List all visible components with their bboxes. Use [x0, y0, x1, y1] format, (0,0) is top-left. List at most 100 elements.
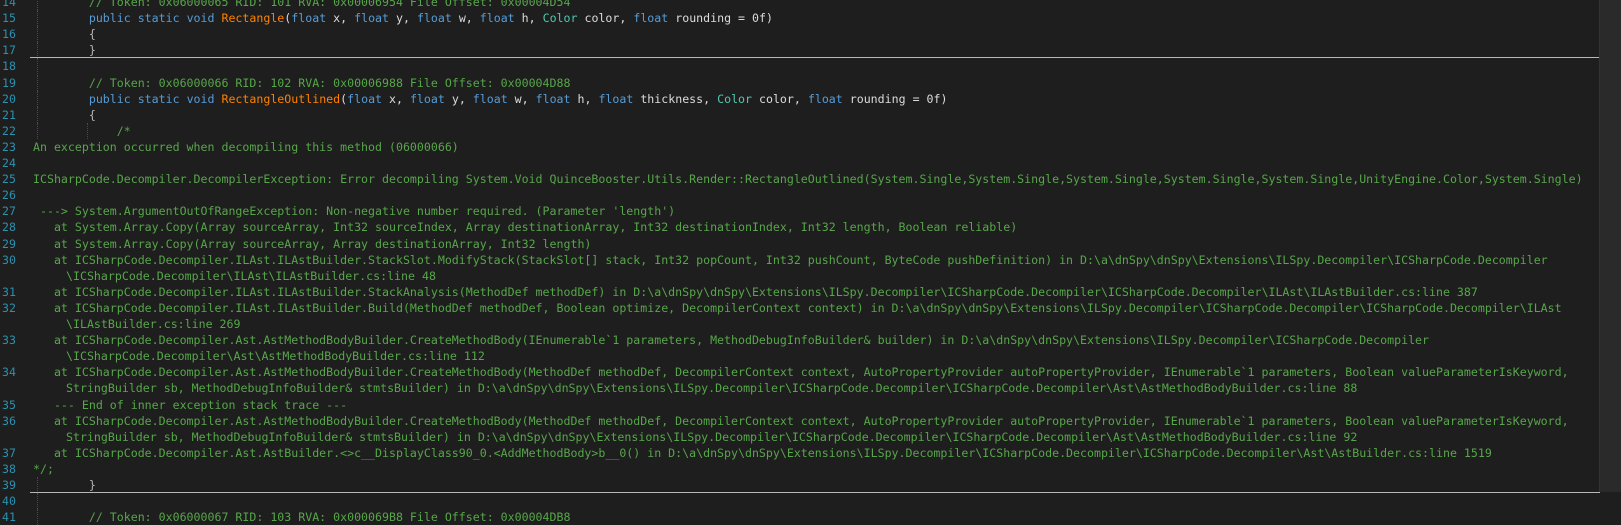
line-number: 39	[2, 478, 16, 492]
code-line[interactable]: 35 --- End of inner exception stack trac…	[0, 397, 1598, 413]
line-number: 17	[2, 43, 16, 58]
comment-text: StringBuilder sb, MethodDebugInfoBuilder…	[66, 429, 1358, 444]
comment-text: --- End of inner exception stack trace -…	[33, 397, 348, 412]
line-number: 18	[2, 59, 16, 74]
code-line[interactable]: 14 // Token: 0x06000065 RID: 101 RVA: 0x…	[0, 0, 1598, 11]
code-line[interactable]: \ICSharpCode.Decompiler\ILAst\ILAstBuild…	[0, 268, 1598, 284]
code-text: }	[33, 478, 96, 492]
line-number: 30	[2, 252, 16, 267]
code-line[interactable]: 26	[0, 187, 1598, 203]
comment-text: \ILAstBuilder.cs:line 269	[66, 317, 241, 331]
line-number: 34	[2, 365, 16, 380]
line-number: 16	[2, 27, 16, 42]
comment-text: ---> System.ArgumentOutOfRangeException:…	[33, 204, 676, 219]
signature-modifiers: public static void	[88, 91, 222, 106]
comment-text: at ICSharpCode.Decompiler.ILAst.ILAstBui…	[33, 300, 1562, 315]
code-line[interactable]: StringBuilder sb, MethodDebugInfoBuilder…	[0, 380, 1598, 396]
comment-text: ICSharpCode.Decompiler.DecompilerExcepti…	[33, 172, 1583, 187]
code-line[interactable]: 39 }	[0, 477, 1598, 494]
method-signature: public static void RectangleOutlined(flo…	[33, 91, 948, 107]
vertical-scrollbar[interactable]	[1599, 0, 1621, 492]
line-number: 15	[2, 11, 16, 26]
code-text: {	[33, 27, 96, 42]
line-number: 24	[2, 156, 16, 170]
line-number: 41	[2, 510, 16, 525]
comment-text: at ICSharpCode.Decompiler.Ast.AstBuilder…	[33, 445, 1492, 460]
method-parameters: (float x, float y, float w, float h, flo…	[340, 91, 948, 106]
comment-text: at ICSharpCode.Decompiler.Ast.AstMethodB…	[33, 333, 1430, 348]
code-editor[interactable]: 14 // Token: 0x06000065 RID: 101 RVA: 0x…	[0, 0, 1600, 525]
line-number: 36	[2, 413, 16, 428]
code-line[interactable]: 40	[0, 493, 1598, 510]
code-line[interactable]: 33 at ICSharpCode.Decompiler.Ast.AstMeth…	[0, 332, 1598, 348]
comment-text: StringBuilder sb, MethodDebugInfoBuilder…	[66, 381, 1358, 396]
comment-text: */;	[33, 461, 54, 476]
code-line[interactable]: 31 at ICSharpCode.Decompiler.ILAst.ILAst…	[0, 284, 1598, 300]
code-line[interactable]: 28 at System.Array.Copy(Array sourceArra…	[0, 219, 1598, 235]
line-number: 26	[2, 188, 16, 203]
comment-text: // Token: 0x06000066 RID: 102 RVA: 0x000…	[33, 75, 571, 90]
code-line[interactable]: 16 {	[0, 26, 1598, 43]
signature-modifiers: public static void	[88, 11, 222, 26]
code-line[interactable]: 37 at ICSharpCode.Decompiler.Ast.AstBuil…	[0, 445, 1598, 461]
code-line[interactable]: 15 public static void Rectangle(float x,…	[0, 10, 1598, 27]
indent-guide	[37, 58, 38, 75]
method-signature: public static void Rectangle(float x, fl…	[33, 10, 773, 26]
line-number: 29	[2, 236, 16, 251]
line-number: 19	[2, 75, 16, 90]
line-number: 14	[2, 0, 16, 9]
comment-text: at System.Array.Copy(Array sourceArray, …	[33, 220, 1018, 235]
code-line[interactable]: 32 at ICSharpCode.Decompiler.ILAst.ILAst…	[0, 300, 1598, 316]
code-text: }	[33, 43, 96, 58]
line-number: 22	[2, 123, 16, 138]
line-number: 31	[2, 284, 16, 299]
code-line[interactable]: 25 ICSharpCode.Decompiler.DecompilerExcep…	[0, 171, 1598, 187]
code-line[interactable]: 19 // Token: 0x06000066 RID: 102 RVA: 0x…	[0, 74, 1598, 91]
comment-text: An exception occurred when decompiling t…	[33, 139, 459, 154]
comment-text: at ICSharpCode.Decompiler.Ast.AstMethodB…	[33, 413, 1569, 428]
code-line[interactable]: 18	[0, 58, 1598, 75]
code-line[interactable]: 36 at ICSharpCode.Decompiler.Ast.AstMeth…	[0, 413, 1598, 429]
code-line[interactable]: 27 ---> System.ArgumentOutOfRangeExcepti…	[0, 203, 1598, 219]
line-number: 35	[2, 397, 16, 412]
comment-text: /*	[33, 123, 131, 138]
code-line[interactable]: 29 at System.Array.Copy(Array sourceArra…	[0, 236, 1598, 252]
code-text: {	[33, 107, 96, 122]
code-line[interactable]: 17 }	[0, 42, 1598, 59]
comment-text: at ICSharpCode.Decompiler.Ast.AstMethodB…	[33, 365, 1569, 380]
comment-text: \ICSharpCode.Decompiler\Ast\AstMethodBod…	[66, 349, 485, 364]
code-line[interactable]: 24	[0, 155, 1598, 171]
comment-text: // Token: 0x06000065 RID: 101 RVA: 0x000…	[33, 0, 571, 9]
line-number: 20	[2, 91, 16, 106]
comment-text: at System.Array.Copy(Array sourceArray, …	[33, 236, 592, 251]
code-line[interactable]: 20 public static void RectangleOutlined(…	[0, 90, 1598, 107]
line-number: 32	[2, 300, 16, 315]
line-number: 40	[2, 494, 16, 509]
line-number: 37	[2, 445, 16, 460]
method-parameters: (float x, float y, float w, float h, Col…	[284, 11, 773, 26]
code-line[interactable]: \ICSharpCode.Decompiler\Ast\AstMethodBod…	[0, 348, 1598, 364]
code-line[interactable]: 21 {	[0, 106, 1598, 123]
line-number: 25	[2, 172, 16, 187]
comment-text: \ICSharpCode.Decompiler\ILAst\ILAstBuild…	[66, 268, 436, 283]
indent-guide	[37, 493, 38, 510]
code-line[interactable]: 30 at ICSharpCode.Decompiler.ILAst.ILAst…	[0, 252, 1598, 268]
line-number: 23	[2, 139, 16, 154]
comment-text: at ICSharpCode.Decompiler.ILAst.ILAstBui…	[33, 252, 1548, 267]
method-name[interactable]: Rectangle	[221, 11, 284, 25]
code-line[interactable]: StringBuilder sb, MethodDebugInfoBuilder…	[0, 429, 1598, 445]
code-line[interactable]: 41 // Token: 0x06000067 RID: 103 RVA: 0x…	[0, 509, 1598, 525]
line-number: 38	[2, 461, 16, 476]
comment-text: at ICSharpCode.Decompiler.ILAst.ILAstBui…	[33, 284, 1478, 299]
code-line[interactable]: 34 at ICSharpCode.Decompiler.Ast.AstMeth…	[0, 364, 1598, 380]
comment-text: // Token: 0x06000067 RID: 103 RVA: 0x000…	[33, 510, 571, 525]
code-line[interactable]: 22 /*	[0, 122, 1598, 139]
code-line[interactable]: 38 */;	[0, 461, 1598, 477]
line-number: 21	[2, 107, 16, 122]
code-line[interactable]: \ILAstBuilder.cs:line 269	[0, 316, 1598, 332]
line-number: 28	[2, 220, 16, 235]
code-line[interactable]: 23 An exception occurred when decompiling…	[0, 139, 1598, 155]
method-name[interactable]: RectangleOutlined	[221, 92, 340, 106]
line-number: 27	[2, 204, 16, 219]
line-number: 33	[2, 333, 16, 348]
